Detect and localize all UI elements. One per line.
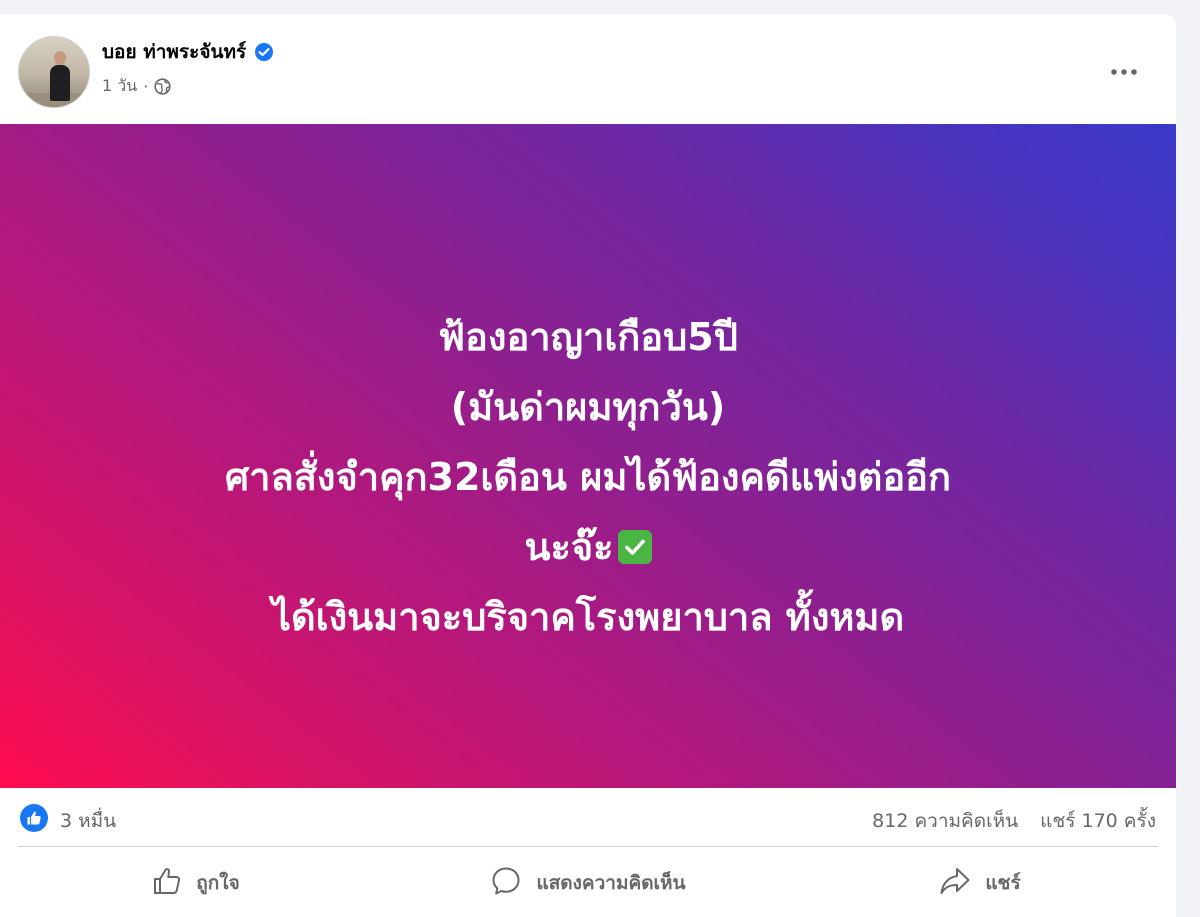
post-text-line: ได้เงินมาจะบริจาคโรงพยาบาล ทั้งหมด — [271, 595, 905, 639]
post-header: บอย ท่าพระจันทร์ 1 วัน · — [0, 14, 1176, 124]
thumbs-up-icon — [152, 866, 182, 901]
post-time[interactable]: 1 วัน — [102, 74, 137, 99]
author-row: บอย ท่าพระจันทร์ — [102, 38, 274, 66]
share-label: แชร์ — [985, 872, 1021, 894]
post-stats: 3 หมื่น 812 ความคิดเห็น แชร์ 170 ครั้ง — [0, 788, 1176, 844]
verified-badge-icon — [254, 42, 274, 62]
like-label: ถูกใจ — [196, 872, 240, 894]
post-card: บอย ท่าพระจันทร์ 1 วัน · ฟ้องอาญาเกือบ5ป… — [0, 14, 1176, 917]
share-button[interactable]: แชร์ — [784, 850, 1176, 916]
divider — [18, 846, 1158, 847]
post-text-line: นะจ๊ะ — [524, 525, 614, 569]
check-mark-icon — [617, 530, 652, 564]
post-meta: 1 วัน · — [102, 74, 171, 99]
post-background: ฟ้องอาญาเกือบ5ปี (มันด่าผมทุกวัน) ศาลสั่… — [0, 124, 1176, 788]
engagement-counts: 812 ความคิดเห็น แชร์ 170 ครั้ง — [872, 806, 1156, 836]
comment-bubble-icon — [490, 865, 522, 902]
author-avatar[interactable] — [18, 36, 90, 108]
like-button[interactable]: ถูกใจ — [0, 850, 392, 916]
post-text-line: (มันด่าผมทุกวัน) — [450, 385, 726, 429]
meta-separator: · — [143, 77, 149, 96]
share-arrow-icon — [939, 866, 971, 901]
reaction-count[interactable]: 3 หมื่น — [60, 806, 116, 836]
more-options-button[interactable] — [1102, 52, 1146, 88]
post-actions: ถูกใจ แสดงความคิดเห็น แชร์ — [0, 850, 1176, 916]
more-dots-icon — [1110, 61, 1138, 80]
post-text-line: ศาลสั่งจำคุก32เดือน ผมได้ฟ้องคดีแพ่งต่ออ… — [224, 455, 951, 499]
share-count[interactable]: แชร์ 170 ครั้ง — [1040, 806, 1156, 836]
comment-count[interactable]: 812 ความคิดเห็น — [872, 806, 1018, 836]
comment-label: แสดงความคิดเห็น — [536, 872, 686, 894]
globe-icon — [154, 78, 171, 95]
post-text-line: ฟ้องอาญาเกือบ5ปี — [438, 315, 738, 359]
post-text-line-with-emoji: นะจ๊ะ — [0, 512, 1176, 582]
like-reaction-icon[interactable] — [20, 804, 48, 832]
post-text: ฟ้องอาญาเกือบ5ปี (มันด่าผมทุกวัน) ศาลสั่… — [0, 302, 1176, 652]
author-name[interactable]: บอย ท่าพระจันทร์ — [102, 37, 246, 67]
comment-button[interactable]: แสดงความคิดเห็น — [392, 850, 784, 916]
